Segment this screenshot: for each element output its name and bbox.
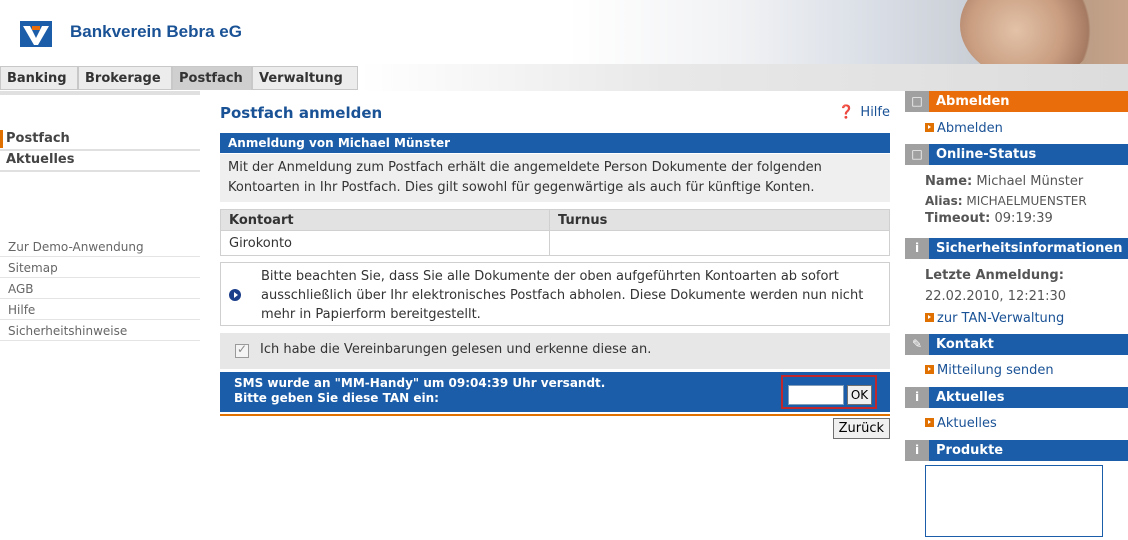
window-icon: □ — [905, 91, 929, 112]
status-name: Name: Michael Münster — [925, 174, 1084, 189]
last-login-value: 22.02.2010, 12:21:30 — [925, 289, 1067, 304]
last-login-label: Letzte Anmeldung: — [925, 268, 1064, 283]
abmelden-header: □ Abmelden — [905, 91, 1128, 112]
notice-box: Bitte beachten Sie, dass Sie alle Dokume… — [220, 262, 890, 326]
consent-checkbox[interactable] — [235, 342, 249, 358]
link-agb[interactable]: AGB — [0, 279, 200, 299]
cell-kontoart: Girokonto — [220, 230, 550, 256]
news-link[interactable]: Aktuelles — [925, 415, 997, 433]
info-icon: i — [905, 387, 929, 408]
consent-label: Ich habe die Vereinbarungen gelesen und … — [260, 342, 652, 357]
box-title: Anmeldung von Michael Münster — [220, 133, 890, 153]
bank-name: Bankverein Bebra eG — [70, 22, 242, 41]
page-title: Postfach anmelden — [220, 104, 383, 122]
logout-link[interactable]: Abmelden — [925, 120, 1003, 138]
pencil-icon: ✎ — [905, 334, 929, 355]
right-panel: □ Abmelden Abmelden □ Online-Status Name… — [905, 91, 1128, 540]
sms-sent-text: SMS wurde an "MM-Handy" um 09:04:39 Uhr … — [234, 376, 606, 390]
table-header-row: Kontoart Turnus — [220, 209, 890, 231]
help-link[interactable]: ❓ Hilfe — [838, 105, 890, 120]
table-row: Girokonto — [220, 230, 890, 256]
arrow-bullet-icon — [925, 365, 934, 374]
ok-button[interactable]: OK — [847, 385, 872, 405]
window-icon: □ — [905, 144, 929, 165]
tan-highlight: OK — [781, 375, 877, 409]
send-message-link[interactable]: Mitteilung senden — [925, 362, 1054, 380]
tan-input[interactable] — [788, 385, 844, 405]
link-hilfe[interactable]: Hilfe — [0, 300, 200, 320]
security-header: i Sicherheitsinformationen — [905, 238, 1128, 259]
arrow-right-icon — [229, 289, 241, 301]
cell-turnus — [549, 230, 890, 256]
tab-brokerage[interactable]: Brokerage — [78, 66, 172, 90]
help-icon: ❓ — [838, 105, 855, 120]
arrow-bullet-icon — [925, 313, 934, 322]
status-alias: Alias: MICHAELMUENSTER — [925, 194, 1087, 208]
header-photo — [568, 0, 1128, 64]
bank-logo-icon — [20, 21, 52, 47]
link-sicherheitshinweise[interactable]: Sicherheitshinweise — [0, 321, 200, 341]
status-timeout: Timeout: 09:19:39 — [925, 211, 1053, 226]
products-box[interactable] — [925, 465, 1103, 537]
consent-row: Ich habe die Vereinbarungen gelesen und … — [220, 333, 890, 369]
online-status-header: □ Online-Status — [905, 144, 1128, 165]
back-button[interactable]: Zurück — [832, 418, 890, 439]
tab-banking[interactable]: Banking — [0, 66, 78, 90]
link-demo[interactable]: Zur Demo-Anwendung — [0, 237, 200, 257]
tab-postfach[interactable]: Postfach — [172, 66, 252, 90]
header-turnus: Turnus — [549, 209, 890, 231]
arrow-bullet-icon — [925, 418, 934, 427]
header-kontoart: Kontoart — [220, 209, 550, 231]
info-icon: i — [905, 238, 929, 259]
tab-verwaltung[interactable]: Verwaltung — [252, 66, 358, 90]
arrow-bullet-icon — [925, 123, 934, 132]
link-sitemap[interactable]: Sitemap — [0, 258, 200, 278]
sms-tan-panel: SMS wurde an "MM-Handy" um 09:04:39 Uhr … — [220, 372, 890, 412]
notice-text: Bitte beachten Sie, dass Sie alle Dokume… — [261, 269, 864, 322]
tan-prompt-text: Bitte geben Sie diese TAN ein: — [234, 391, 439, 405]
sidebar-item-aktuelles[interactable]: Aktuelles — [0, 151, 200, 169]
sidebar-item-postfach[interactable]: Postfach — [0, 130, 200, 148]
news-header: i Aktuelles — [905, 387, 1128, 408]
tan-management-link[interactable]: zur TAN-Verwaltung — [925, 310, 1064, 328]
info-icon: i — [905, 440, 929, 461]
header: Bankverein Bebra eG — [0, 0, 1128, 64]
contact-header: ✎ Kontakt — [905, 334, 1128, 355]
products-header: i Produkte — [905, 440, 1128, 461]
account-table: Kontoart Turnus Girokonto — [220, 209, 890, 256]
info-text: Mit der Anmeldung zum Postfach erhält di… — [220, 154, 890, 202]
